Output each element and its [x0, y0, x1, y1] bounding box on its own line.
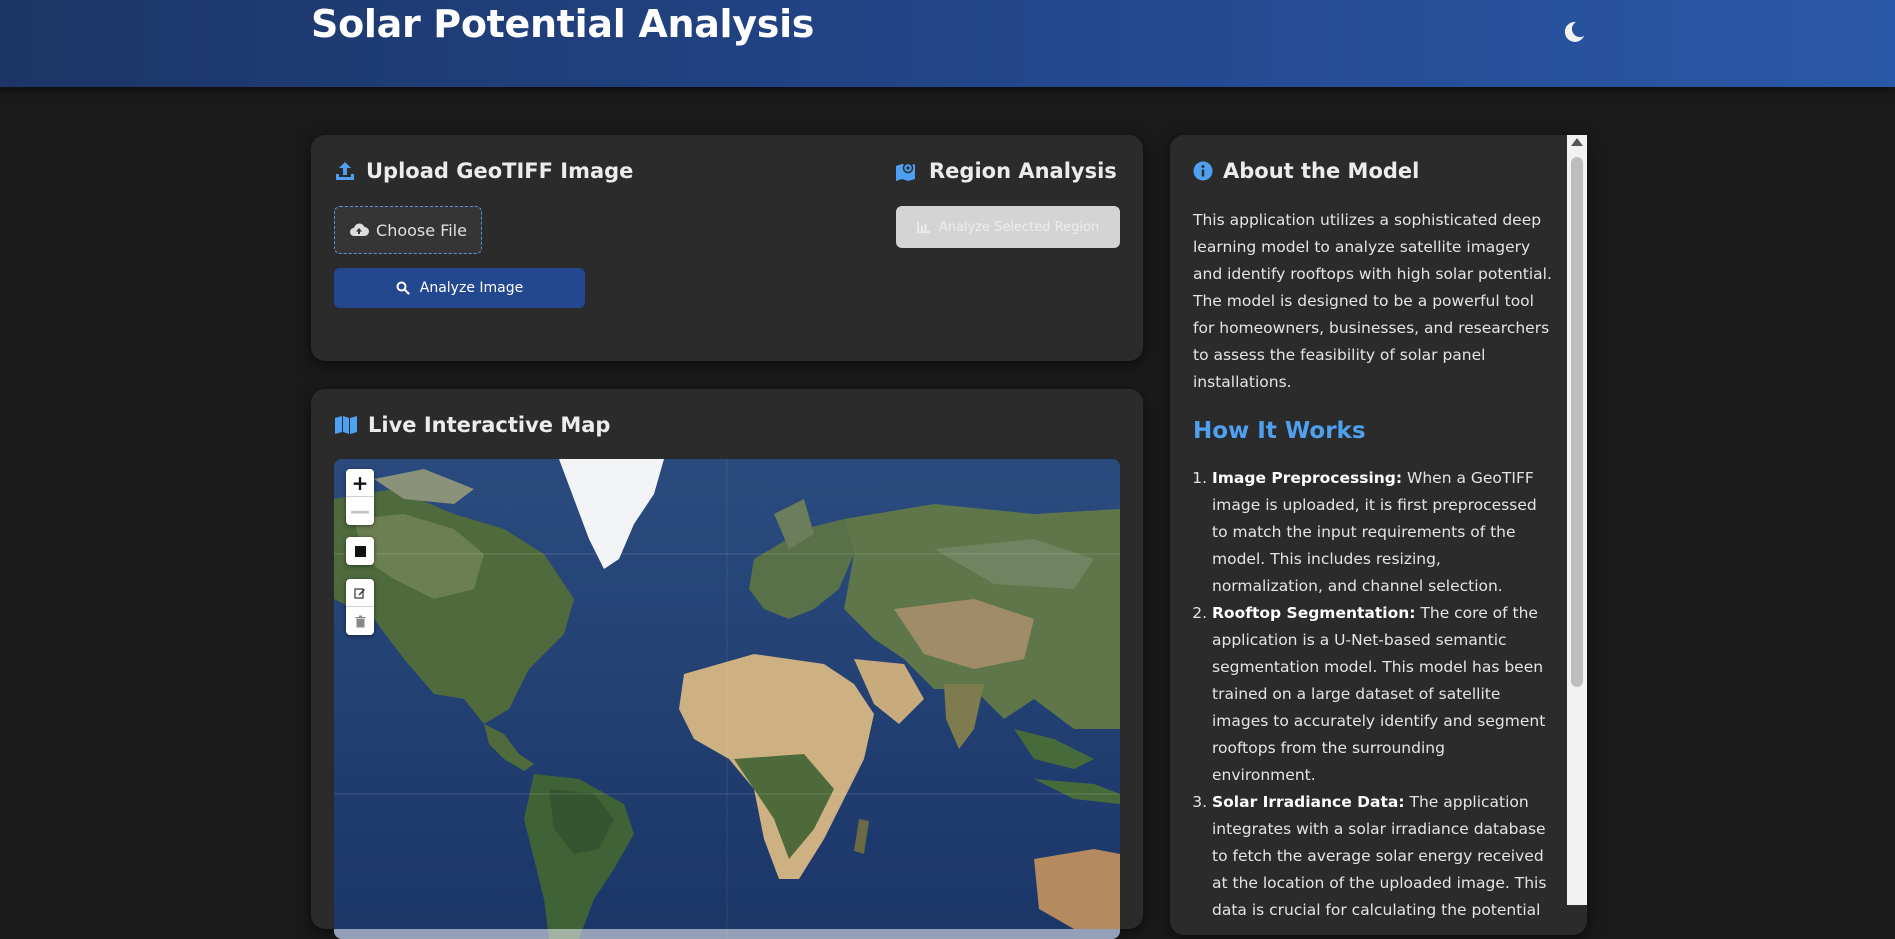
zoom-out-button[interactable]: —: [346, 497, 374, 525]
list-item: Image Preprocessing: When a GeoTIFF imag…: [1212, 465, 1553, 600]
about-scrollbar[interactable]: [1567, 135, 1587, 905]
zoom-control: + —: [346, 469, 374, 525]
step-label: Solar Irradiance Data:: [1212, 793, 1405, 811]
upload-section-title: Upload GeoTIFF Image: [334, 159, 633, 183]
list-item: Solar Irradiance Data: The application i…: [1212, 789, 1553, 924]
upload-card: Upload GeoTIFF Image Choose File Analyze…: [311, 135, 1143, 361]
scroll-thumb[interactable]: [1571, 157, 1583, 687]
list-item: Rooftop Segmentation: The core of the ap…: [1212, 600, 1553, 789]
edit-toolbar: [346, 579, 374, 635]
trash-icon: [355, 615, 365, 627]
analyze-image-button[interactable]: Analyze Image: [334, 268, 585, 308]
zoom-in-button[interactable]: +: [346, 469, 374, 497]
region-section-title: Region Analysis: [895, 159, 1117, 183]
analyze-region-button[interactable]: Analyze Selected Region: [896, 206, 1120, 248]
edit-layers-button[interactable]: [346, 579, 374, 607]
how-it-works-list: Image Preprocessing: When a GeoTIFF imag…: [1193, 465, 1553, 924]
moon-icon[interactable]: [1562, 20, 1586, 44]
step-label: Rooftop Segmentation:: [1212, 604, 1416, 622]
about-description: This application utilizes a sophisticate…: [1193, 211, 1552, 391]
app-header: Solar Potential Analysis: [0, 0, 1895, 87]
map-card: Live Interactive Map + —: [311, 389, 1143, 939]
cloud-upload-icon: [350, 223, 370, 236]
satellite-map-tiles[interactable]: [334, 459, 1120, 939]
edit-icon: [354, 587, 365, 599]
scroll-up-arrow-icon[interactable]: [1571, 138, 1583, 146]
info-icon: [1193, 161, 1213, 181]
about-card: About the Model This application utilize…: [1170, 135, 1587, 935]
chart-icon: [917, 222, 930, 233]
upload-icon: [336, 162, 354, 180]
step-text: When a GeoTIFF image is uploaded, it is …: [1212, 469, 1537, 595]
map-section-title: Live Interactive Map: [334, 413, 610, 437]
search-icon: [396, 281, 410, 295]
page-title: Solar Potential Analysis: [311, 2, 815, 46]
interactive-map[interactable]: + —: [334, 459, 1120, 939]
map-icon: [335, 416, 357, 434]
draw-rectangle-button[interactable]: [346, 537, 374, 565]
how-it-works-title: How It Works: [1193, 418, 1366, 444]
step-text: The core of the application is a U-Net-b…: [1212, 604, 1546, 784]
about-section-title: About the Model: [1193, 159, 1419, 183]
step-text: The application integrates with a solar …: [1212, 793, 1547, 919]
delete-layers-button[interactable]: [346, 607, 374, 635]
about-scroll-area[interactable]: About the Model This application utilize…: [1170, 135, 1570, 935]
step-label: Image Preprocessing:: [1212, 469, 1403, 487]
choose-file-button[interactable]: Choose File: [334, 206, 482, 254]
map-marker-icon: [896, 162, 915, 181]
draw-rectangle-icon: [354, 545, 366, 557]
draw-toolbar: [346, 537, 374, 565]
